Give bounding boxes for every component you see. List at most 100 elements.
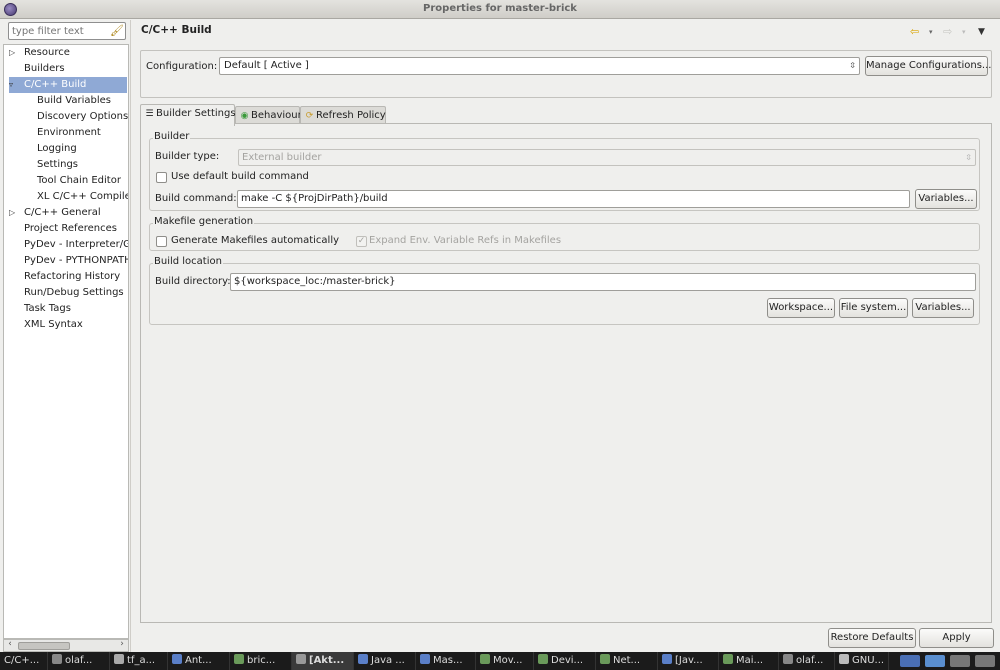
- back-arrow-icon[interactable]: ⇦: [910, 26, 919, 38]
- tree-item-project-references[interactable]: Project References: [4, 221, 128, 237]
- taskbar-item[interactable]: [Jav...: [658, 652, 719, 670]
- location-variables-button[interactable]: Variables...: [912, 298, 974, 318]
- taskbar-item[interactable]: Mas...: [416, 652, 476, 670]
- tree-item-xml-syntax[interactable]: XML Syntax: [4, 317, 128, 333]
- window-icon[interactable]: [950, 655, 970, 667]
- builder-group-title: Builder: [153, 131, 191, 142]
- combo-arrows-icon: ⇳: [965, 153, 972, 162]
- app-icon: [662, 654, 672, 664]
- tree-item-c-c-general[interactable]: ▷ C/C++ General: [4, 205, 128, 221]
- tree-item-discovery-options[interactable]: Discovery Options: [4, 109, 128, 125]
- taskbar-item[interactable]: Devi...: [534, 652, 596, 670]
- builder-variables-button[interactable]: Variables...: [915, 189, 977, 209]
- property-tree[interactable]: ▷ Resource Builders ▿ C/C++ Build Build Varia…: [3, 44, 129, 639]
- tab-label: Refresh Policy: [316, 110, 386, 121]
- taskbar-item-label: GNU...: [852, 655, 885, 666]
- display-icon[interactable]: [925, 655, 945, 667]
- tree-item-task-tags[interactable]: Task Tags: [4, 301, 128, 317]
- taskbar-item[interactable]: C/C+...: [0, 652, 48, 670]
- tab-strip: ☰ Builder Settings ◉ Behaviour ⟳ Refresh Po…: [140, 104, 992, 126]
- tree-item-run-debug-settings[interactable]: Run/Debug Settings: [4, 285, 128, 301]
- taskbar-item[interactable]: Mai...: [719, 652, 779, 670]
- tree-item-resource[interactable]: ▷ Resource: [4, 45, 128, 61]
- scroll-right-icon[interactable]: ›: [116, 639, 128, 649]
- taskbar-item[interactable]: olaf...: [48, 652, 110, 670]
- manage-configurations-button[interactable]: Manage Configurations...: [865, 56, 991, 76]
- tree-item-settings[interactable]: Settings: [4, 157, 128, 173]
- taskbar-item-label: bric...: [247, 655, 276, 666]
- builder-type-select: External builder ⇳: [238, 149, 976, 166]
- app-icon: [600, 654, 610, 664]
- forward-menu-icon[interactable]: ▾: [962, 26, 966, 38]
- back-menu-icon[interactable]: ▾: [929, 26, 933, 38]
- clear-filter-icon[interactable]: 🖌: [110, 24, 124, 38]
- view-menu-icon[interactable]: ▼: [978, 26, 985, 38]
- tree-item-builders[interactable]: Builders: [4, 61, 128, 77]
- generate-makefiles-checkbox[interactable]: [156, 236, 167, 247]
- taskbar-item-label: [Jav...: [675, 655, 703, 666]
- build-command-input[interactable]: make -C ${ProjDirPath}/build: [237, 190, 910, 208]
- configuration-group: Configuration: Default [ Active ] ⇳ Mana…: [140, 50, 992, 98]
- page-title: C/C++ Build: [141, 24, 212, 36]
- taskbar-item[interactable]: Java ...: [354, 652, 416, 670]
- globe-icon[interactable]: [900, 655, 920, 667]
- tree-item-label: Environment: [37, 127, 101, 138]
- tab-builder-settings[interactable]: ☰ Builder Settings: [140, 104, 236, 126]
- build-location-group: Build location Build directory: ${worksp…: [149, 256, 980, 325]
- forward-arrow-icon[interactable]: ⇨: [943, 26, 952, 38]
- collapsed-arrow-icon[interactable]: ▷: [9, 205, 15, 221]
- panel-divider[interactable]: [130, 20, 131, 652]
- combo-arrows-icon: ⇳: [849, 61, 856, 70]
- expanded-arrow-icon[interactable]: ▿: [9, 77, 13, 93]
- taskbar-item[interactable]: olaf...: [779, 652, 835, 670]
- taskbar-item[interactable]: Ant...: [168, 652, 230, 670]
- use-default-checkbox[interactable]: [156, 172, 167, 183]
- expand-env-checkbox: ✓: [356, 236, 367, 247]
- tree-item-label: Refactoring History: [24, 271, 121, 282]
- apply-button[interactable]: Apply: [919, 628, 994, 648]
- taskbar-item[interactable]: Mov...: [476, 652, 534, 670]
- tree-item-build-variables[interactable]: Build Variables: [4, 93, 128, 109]
- build-directory-input[interactable]: ${workspace_loc:/master-brick}: [230, 273, 976, 291]
- tree-item-pydev-pythonpath[interactable]: PyDev - PYTHONPATH: [4, 253, 128, 269]
- taskbar-item[interactable]: GNU...: [835, 652, 889, 670]
- app-icon: [172, 654, 182, 664]
- tree-item-refactoring-history[interactable]: Refactoring History: [4, 269, 128, 285]
- taskbar-item[interactable]: bric...: [230, 652, 292, 670]
- collapsed-arrow-icon[interactable]: ▷: [9, 45, 15, 61]
- generate-makefiles-label[interactable]: Generate Makefiles automatically: [171, 235, 339, 246]
- taskbar-item-label: Net...: [613, 655, 641, 666]
- window-title: Properties for master-brick: [423, 3, 577, 14]
- scroll-thumb[interactable]: [18, 642, 70, 650]
- tree-item-label: Resource: [24, 47, 70, 58]
- builder-type-label: Builder type:: [155, 151, 220, 162]
- app-icon: [114, 654, 124, 664]
- file-system-button[interactable]: File system...: [839, 298, 908, 318]
- taskbar-item[interactable]: [Akt...: [292, 652, 354, 670]
- taskbar-item[interactable]: Net...: [596, 652, 658, 670]
- configuration-select[interactable]: Default [ Active ] ⇳: [219, 57, 860, 75]
- tree-item-environment[interactable]: Environment: [4, 125, 128, 141]
- tree-item-pydev-interpreter-g[interactable]: PyDev - Interpreter/G: [4, 237, 128, 253]
- tree-item-xl-c-c-compiler[interactable]: XL C/C++ Compiler: [4, 189, 128, 205]
- horizontal-scrollbar[interactable]: ‹ ›: [3, 639, 129, 652]
- restore-defaults-button[interactable]: Restore Defaults: [828, 628, 916, 648]
- tree-item-label: PyDev - Interpreter/G: [24, 239, 129, 250]
- app-icon: [296, 654, 306, 664]
- tree-item-label: XL C/C++ Compiler: [37, 191, 129, 202]
- use-default-label[interactable]: Use default build command: [171, 171, 309, 182]
- taskbar-item-label: olaf...: [65, 655, 93, 666]
- app-icon: [420, 654, 430, 664]
- filter-input[interactable]: [9, 23, 104, 39]
- tree-item-label: Discovery Options: [37, 111, 129, 122]
- tree-item-c-c-build[interactable]: ▿ C/C++ Build: [9, 77, 127, 93]
- workspace-button[interactable]: Workspace...: [767, 298, 835, 318]
- tab-label: Behaviour: [251, 110, 302, 121]
- taskbar-item[interactable]: tf_a...: [110, 652, 168, 670]
- taskbar-item-label: [Akt...: [309, 655, 345, 666]
- tree-item-logging[interactable]: Logging: [4, 141, 128, 157]
- grid-icon[interactable]: [975, 655, 995, 667]
- scroll-left-icon[interactable]: ‹: [4, 639, 16, 649]
- tree-item-tool-chain-editor[interactable]: Tool Chain Editor: [4, 173, 128, 189]
- filter-box[interactable]: 🖌: [8, 22, 126, 40]
